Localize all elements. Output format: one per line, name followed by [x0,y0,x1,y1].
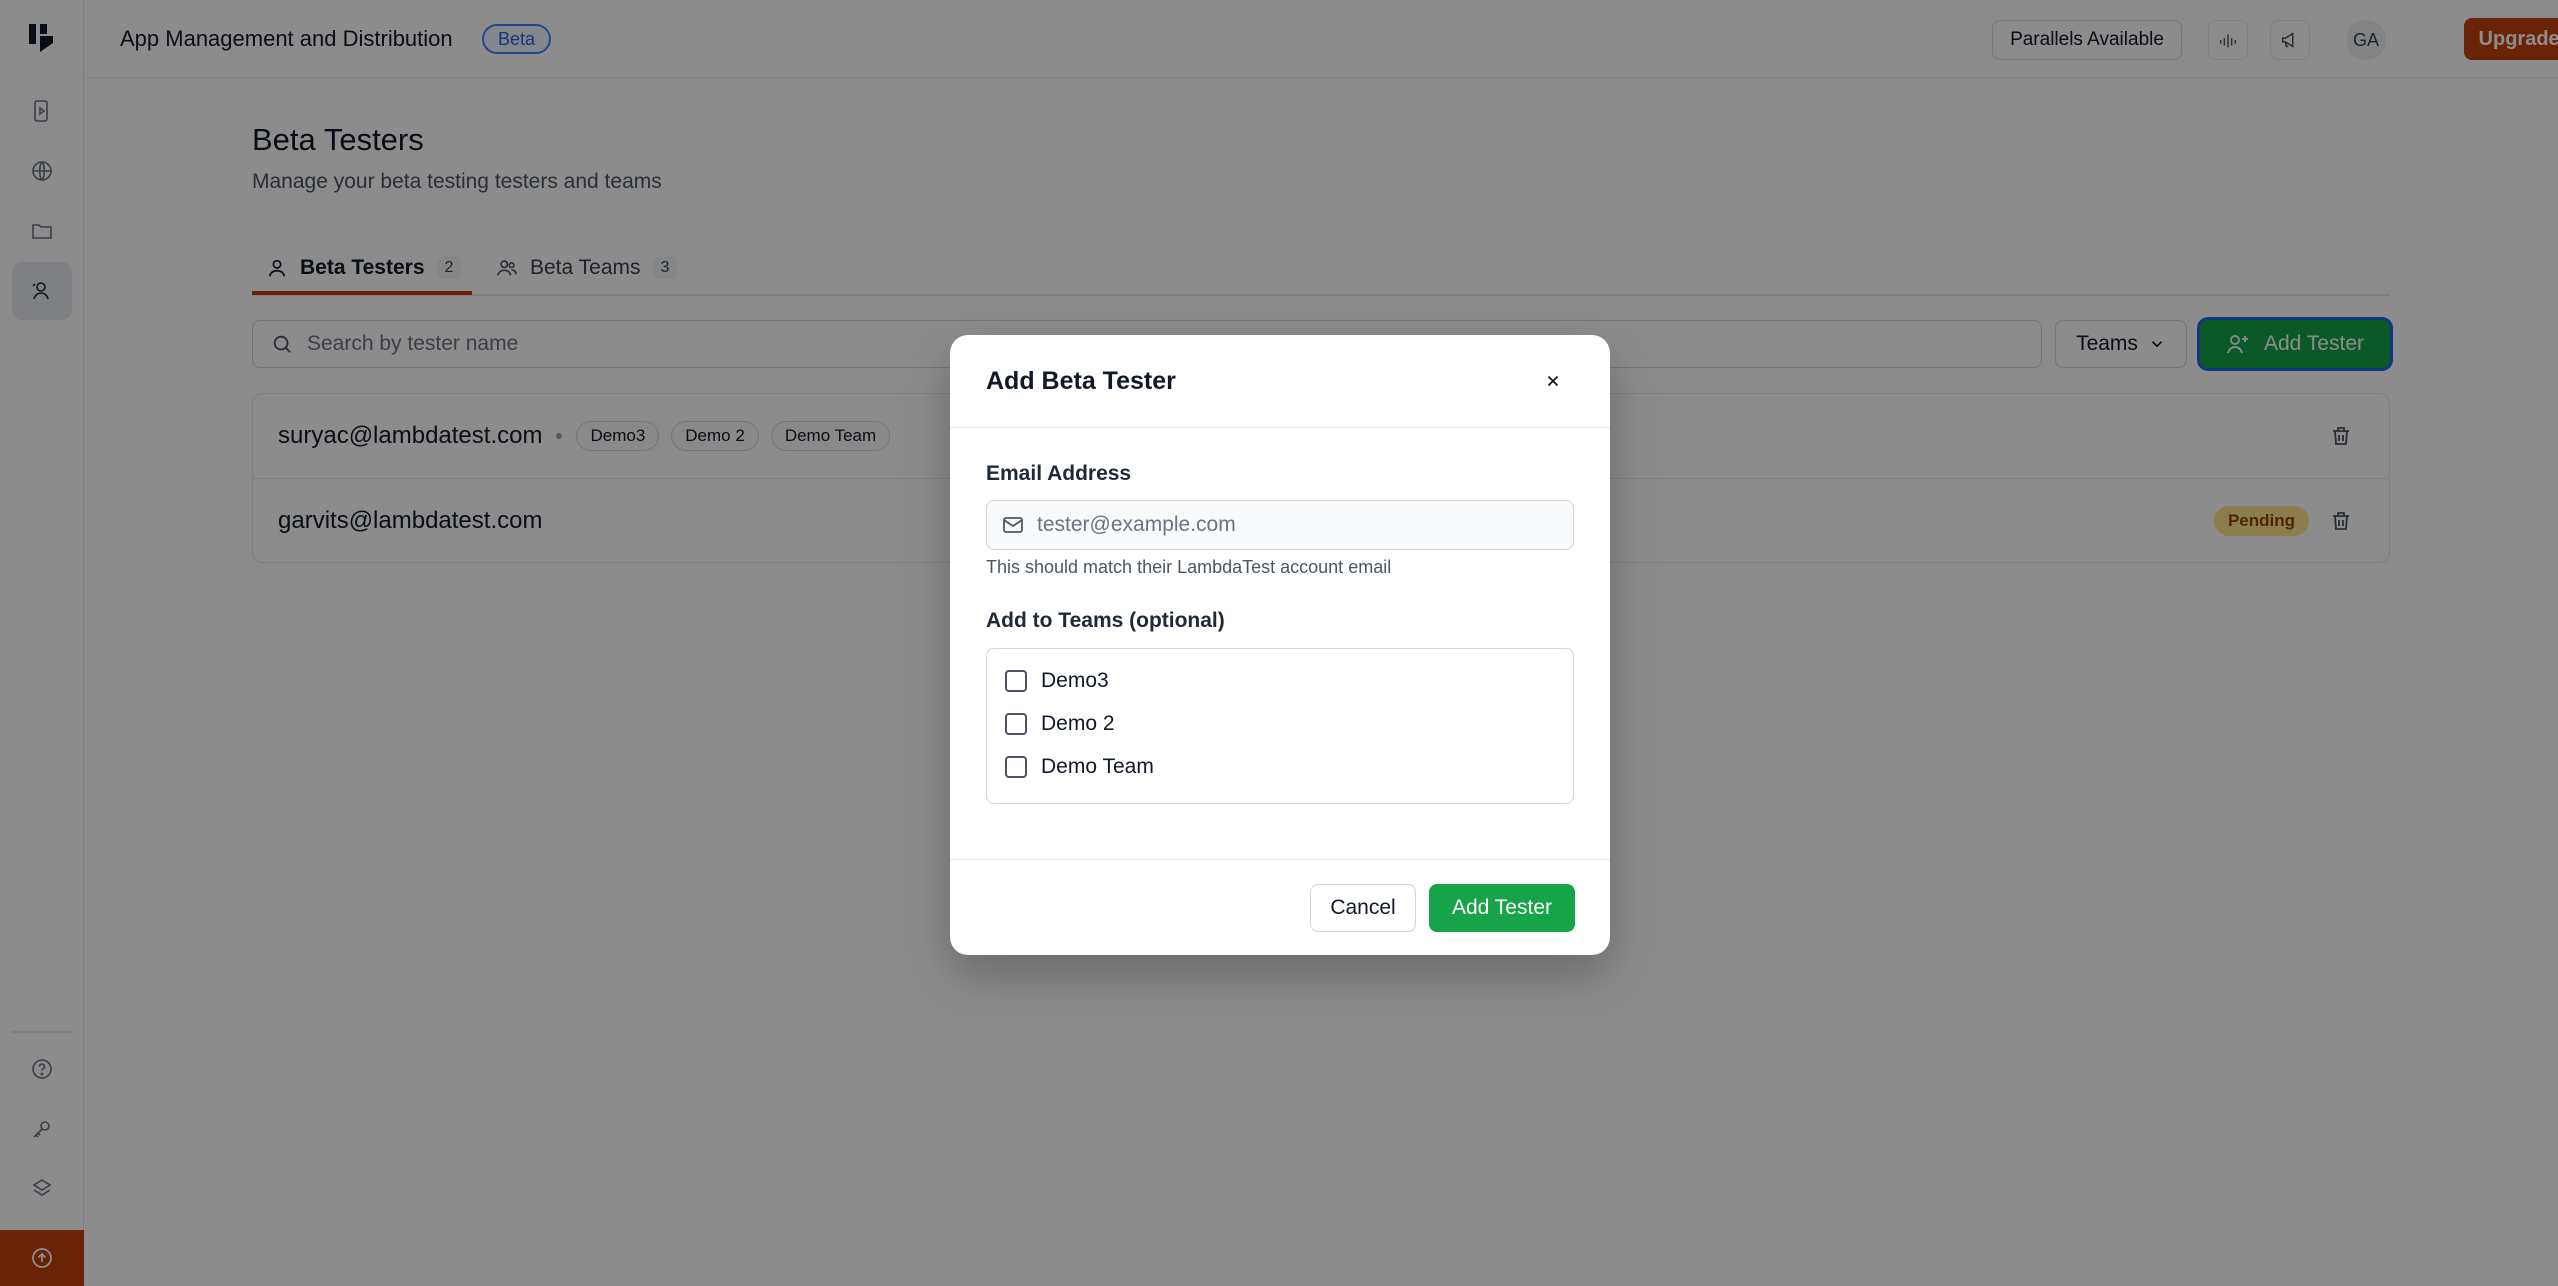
dialog-footer-divider [950,859,1610,860]
mail-icon [1003,517,1023,533]
team-option-demo-team[interactable]: Demo Team [1005,755,1154,779]
email-field [986,500,1574,550]
team-option-label: Demo 2 [1041,712,1115,735]
email-label: Email Address [986,462,1132,485]
team-option-demo3[interactable]: Demo3 [1005,669,1109,693]
dialog-title: Add Beta Tester [986,367,1176,395]
checkbox[interactable] [1005,756,1027,778]
cancel-button[interactable]: Cancel [1310,884,1416,932]
email-helper-text: This should match their LambdaTest accou… [986,557,1392,577]
team-option-label: Demo3 [1041,669,1109,692]
team-option-demo-2[interactable]: Demo 2 [1005,712,1115,736]
submit-add-tester-button[interactable]: Add Tester [1429,884,1575,932]
close-dialog-button[interactable] [1535,363,1571,399]
checkbox[interactable] [1005,713,1027,735]
email-input[interactable] [1037,513,1557,537]
team-options-box: Demo3 Demo 2 Demo Team [986,648,1574,804]
teams-label: Add to Teams (optional) [986,609,1225,632]
add-beta-tester-dialog: Add Beta Tester Email Address This shoul… [950,335,1610,955]
dialog-header-divider [950,427,1610,428]
checkbox[interactable] [1005,670,1027,692]
team-option-label: Demo Team [1041,755,1154,778]
close-icon [1547,375,1559,387]
